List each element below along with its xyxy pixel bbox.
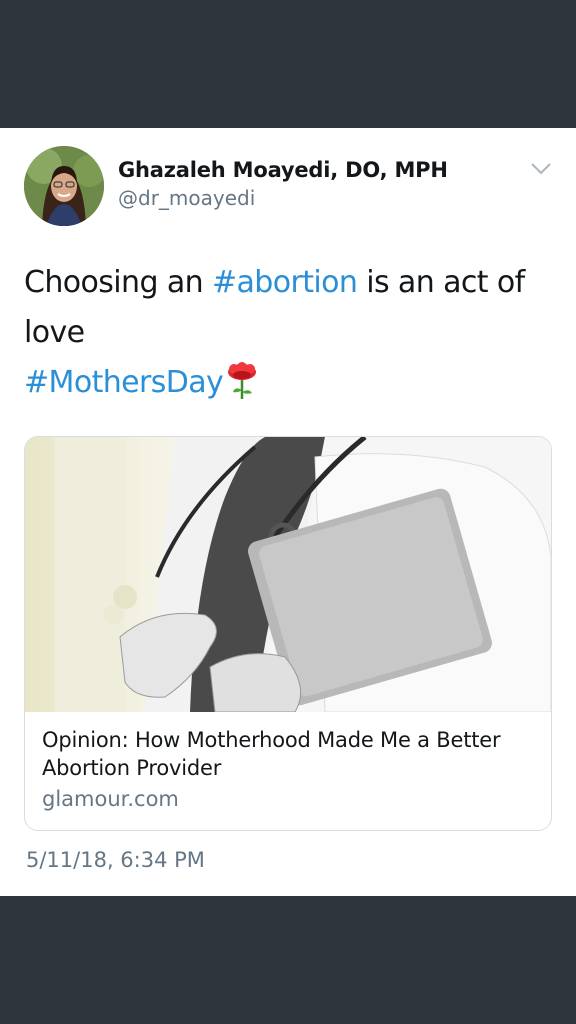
article-image <box>25 437 551 712</box>
hashtag-abortion[interactable]: #abortion <box>212 265 358 300</box>
author-display-name[interactable]: Ghazaleh Moayedi, DO, MPH <box>118 158 448 182</box>
tweet-text: Choosing an #abortion is an act of love … <box>24 258 544 408</box>
bottom-dark-band <box>0 896 576 1024</box>
avatar[interactable] <box>24 146 104 226</box>
author-handle[interactable]: @dr_moayedi <box>118 186 255 210</box>
rose-icon <box>228 361 257 399</box>
avatar-photo <box>24 146 104 226</box>
card-domain: glamour.com <box>42 787 179 811</box>
link-preview-card[interactable]: Opinion: How Motherhood Made Me a Better… <box>24 436 552 831</box>
top-dark-band <box>0 0 576 128</box>
tweet-text-segment: Choosing an <box>24 265 212 300</box>
tweet-card: Ghazaleh Moayedi, DO, MPH @dr_moayedi Ch… <box>0 128 576 896</box>
card-title[interactable]: Opinion: How Motherhood Made Me a Better… <box>42 726 532 782</box>
tweet-timestamp[interactable]: 5/11/18, 6:34 PM <box>26 848 205 872</box>
chevron-down-icon[interactable] <box>530 162 552 176</box>
hashtag-mothersday[interactable]: #MothersDay <box>24 365 224 400</box>
